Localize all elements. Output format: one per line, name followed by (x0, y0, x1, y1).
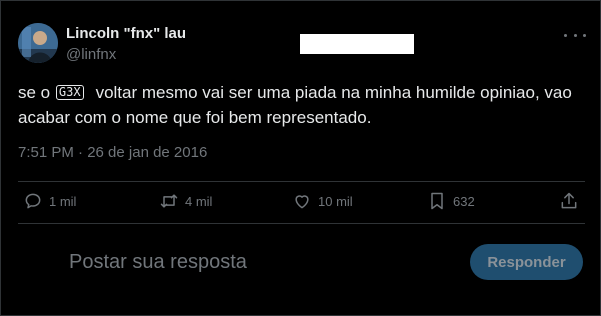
user-handle[interactable]: @linfnx (66, 46, 116, 63)
reply-button[interactable]: 1 mil (23, 191, 76, 211)
bookmark-icon (431, 192, 443, 210)
timestamp[interactable]: 7:51 PM · 26 de jan de 2016 (18, 144, 207, 161)
divider (18, 223, 585, 224)
bookmark-count: 632 (453, 193, 475, 209)
action-bar: 1 mil 4 mil 10 mil 632 (1, 182, 601, 222)
like-button[interactable]: 10 mil (292, 191, 353, 211)
g3x-emoji: G3X (55, 85, 84, 100)
redaction-block (300, 34, 414, 54)
reply-input[interactable]: Postar sua resposta (69, 251, 247, 274)
tweet-text: se o G3X voltar mesmo vai ser uma piada n… (18, 80, 593, 130)
share-icon (561, 192, 577, 209)
display-name[interactable]: Lincoln "fnx" lau (66, 25, 186, 42)
more-icon[interactable] (564, 26, 586, 44)
retweet-count: 4 mil (185, 193, 213, 209)
retweet-icon (160, 194, 178, 208)
tweet-card: Lincoln "fnx" lau @linfnx se o G3X voltar… (0, 0, 601, 316)
avatar[interactable] (18, 23, 58, 63)
reply-count: 1 mil (49, 193, 77, 209)
tweet-text-after: voltar mesmo vai ser uma piada na minha … (18, 83, 572, 127)
retweet-button[interactable]: 4 mil (159, 191, 212, 211)
bookmark-button[interactable]: 632 (427, 191, 475, 211)
share-button[interactable] (559, 191, 579, 211)
reply-icon (25, 193, 41, 209)
tweet-text-before: se o (18, 83, 51, 102)
like-icon (295, 195, 309, 209)
reply-submit-button[interactable]: Responder (470, 244, 583, 280)
like-count: 10 mil (318, 193, 353, 209)
